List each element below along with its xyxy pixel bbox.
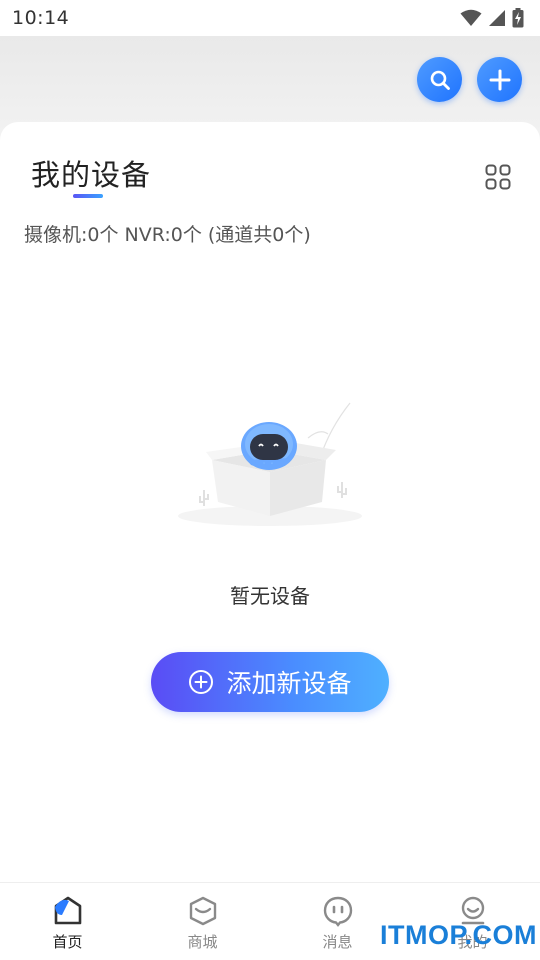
search-icon <box>430 70 450 90</box>
home-icon <box>54 896 81 925</box>
empty-state-text: 暂无设备 <box>230 584 310 608</box>
add-button[interactable] <box>477 57 522 102</box>
watermark-logo: ITMOP.COM <box>380 920 538 950</box>
message-icon <box>323 896 352 927</box>
tab-shop[interactable]: 商城 <box>135 883 270 960</box>
add-new-device-label: 添加新设备 <box>226 669 352 698</box>
battery-charging-icon <box>512 8 524 28</box>
grid-icon[interactable] <box>485 164 511 190</box>
wifi-icon <box>460 9 482 26</box>
add-new-device-button[interactable]: 添加新设备 <box>151 652 389 712</box>
page-title: 我的设备 <box>31 158 152 192</box>
title-underline <box>73 194 103 198</box>
device-summary: 摄像机:0个 NVR:0个 (通道共0个) <box>24 224 311 246</box>
status-time: 10:14 <box>12 7 70 29</box>
tab-messages-label: 消息 <box>322 933 353 951</box>
search-button[interactable] <box>417 57 462 102</box>
plus-circle-icon <box>189 670 214 694</box>
tab-home-label: 首页 <box>52 933 83 951</box>
status-bar: 10:14 <box>0 0 540 36</box>
plus-icon <box>489 69 510 90</box>
shop-box-icon <box>189 896 216 926</box>
tab-shop-label: 商城 <box>187 933 218 951</box>
signal-icon <box>489 10 505 26</box>
tab-home[interactable]: 首页 <box>0 883 135 960</box>
status-icons <box>460 8 524 28</box>
empty-box-robot-illustration <box>178 402 362 526</box>
